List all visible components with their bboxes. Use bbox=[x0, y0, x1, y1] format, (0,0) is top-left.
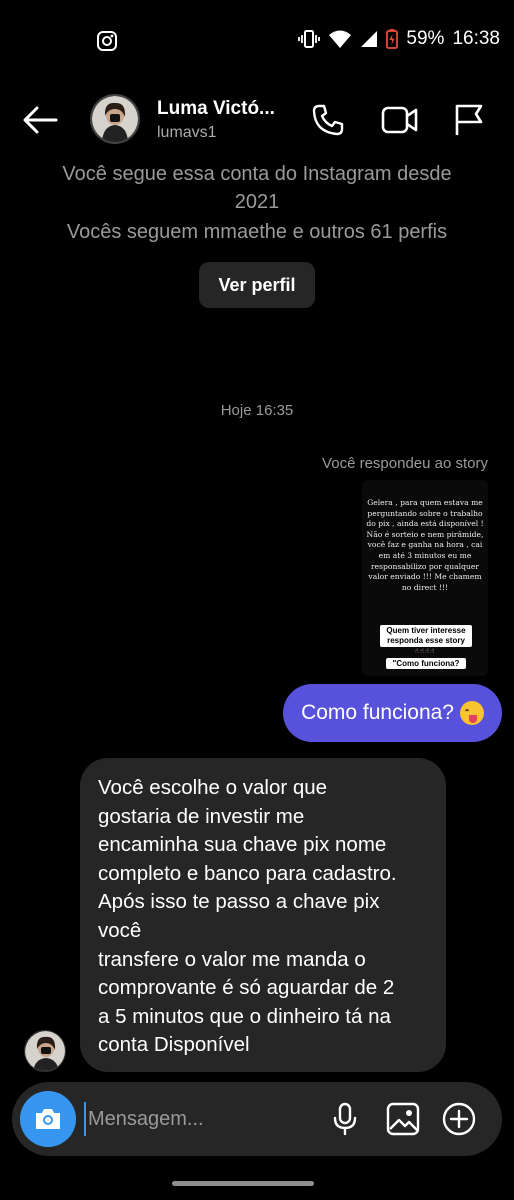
contact-username[interactable]: lumavs1 bbox=[157, 124, 217, 142]
video-camera-icon bbox=[381, 106, 418, 134]
story-text: Gelera , para quem estava me perguntando… bbox=[366, 498, 484, 592]
microphone-icon bbox=[333, 1102, 357, 1136]
story-thumbnail[interactable]: Gelera , para quem estava me perguntando… bbox=[362, 480, 488, 676]
incoming-message-bubble[interactable]: Você escolhe o valor que gostaria de inv… bbox=[80, 758, 446, 1072]
clock: 16:38 bbox=[452, 28, 500, 49]
signal-icon bbox=[360, 30, 378, 48]
voice-call-button[interactable] bbox=[308, 100, 348, 140]
follow-since-year: 2021 bbox=[234, 191, 280, 213]
status-bar: 59% 16:38 bbox=[0, 0, 514, 80]
message-timestamp: Hoje 16:35 bbox=[220, 402, 294, 419]
voice-message-button[interactable] bbox=[326, 1100, 364, 1138]
report-button[interactable] bbox=[448, 100, 488, 140]
story-reply-label: Você respondeu ao story bbox=[322, 455, 488, 472]
phone-icon bbox=[312, 104, 344, 136]
avatar[interactable] bbox=[90, 94, 140, 144]
avatar-image bbox=[92, 96, 138, 142]
sender-avatar[interactable] bbox=[24, 1030, 66, 1072]
more-options-button[interactable] bbox=[440, 1100, 478, 1138]
wifi-icon bbox=[328, 29, 352, 49]
status-icons: 59% 16:38 bbox=[298, 28, 500, 50]
message-composer bbox=[12, 1082, 502, 1156]
home-indicator[interactable] bbox=[172, 1181, 314, 1186]
battery-icon bbox=[386, 29, 399, 49]
camera-icon bbox=[36, 1109, 60, 1129]
flag-icon bbox=[455, 104, 483, 135]
outgoing-message-text: Como funciona? bbox=[301, 701, 454, 724]
incoming-message-text: Você escolhe o valor que gostaria de inv… bbox=[98, 776, 397, 1057]
video-call-button[interactable] bbox=[380, 100, 420, 140]
chat-header: Luma Victó... lumavs1 bbox=[0, 82, 514, 158]
image-icon bbox=[386, 1102, 420, 1136]
avatar-image bbox=[25, 1031, 65, 1071]
story-sticker: Quem tiver interesse responda esse story bbox=[380, 625, 472, 647]
follow-since-text: Você segue essa conta do Instagram desde bbox=[62, 163, 452, 185]
screen-recorder-icon bbox=[96, 30, 118, 52]
arrow-left-icon bbox=[23, 106, 58, 134]
camera-button[interactable] bbox=[20, 1091, 76, 1147]
mutual-followers-text: Vocês seguem mmaethe e outros 61 perfis bbox=[66, 221, 448, 243]
message-input[interactable] bbox=[84, 1102, 304, 1136]
back-button[interactable] bbox=[18, 100, 62, 140]
gallery-button[interactable] bbox=[384, 1100, 422, 1138]
yum-emoji-icon bbox=[460, 701, 484, 725]
battery-percent: 59% bbox=[406, 28, 445, 49]
outgoing-message-bubble[interactable]: Como funciona? bbox=[283, 684, 502, 742]
contact-name[interactable]: Luma Victó... bbox=[157, 98, 275, 120]
story-question-sticker: "Como funciona? bbox=[386, 658, 466, 669]
pointing-hands-icon: ☝☝☝☝ bbox=[414, 648, 436, 655]
plus-circle-icon bbox=[442, 1102, 476, 1136]
vibrate-icon bbox=[298, 29, 321, 49]
view-profile-button[interactable]: Ver perfil bbox=[199, 262, 315, 308]
